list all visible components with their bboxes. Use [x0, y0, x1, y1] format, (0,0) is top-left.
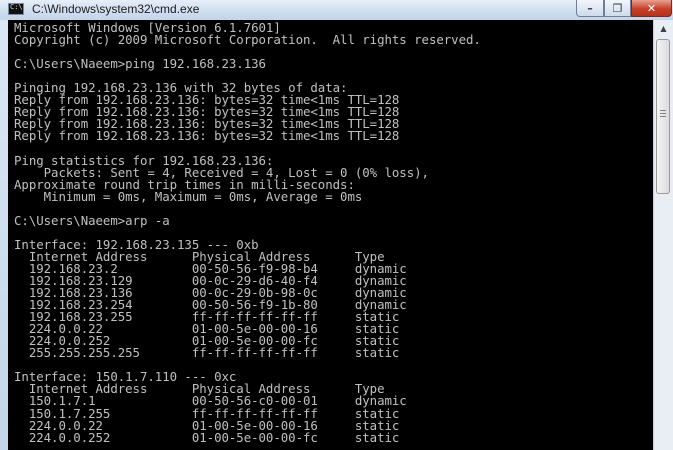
console-line: C:\Users\Naeem>ping 192.168.23.136 — [14, 56, 266, 72]
scroll-thumb[interactable] — [656, 39, 670, 194]
cmd-window: C:\Windows\system32\cmd.exe – ❐ ✕ Micros… — [0, 0, 673, 450]
maximize-button[interactable]: ❐ — [604, 0, 631, 17]
close-icon: ✕ — [646, 1, 657, 15]
minimize-button[interactable]: – — [576, 0, 604, 17]
minimize-icon: – — [587, 1, 593, 15]
console-line: Copyright (c) 2009 Microsoft Corporation… — [14, 32, 481, 48]
cmd-icon[interactable] — [8, 3, 24, 15]
console-line: Minimum = 0ms, Maximum = 0ms, Average = … — [14, 188, 363, 204]
scroll-up-arrow-icon[interactable]: ▲ — [655, 20, 672, 37]
vertical-scrollbar[interactable]: ▲ — [653, 20, 673, 450]
maximize-icon: ❐ — [612, 1, 623, 15]
close-button[interactable]: ✕ — [631, 0, 672, 17]
console-line: 255.255.255.255 ff-ff-ff-ff-ff-ff static — [14, 345, 400, 361]
title-bar[interactable]: C:\Windows\system32\cmd.exe – ❐ ✕ — [0, 0, 673, 20]
console-line: C:\Users\Naeem>arp -a — [14, 212, 170, 228]
scroll-grip-icon — [660, 110, 666, 117]
console-output-area[interactable]: Microsoft Windows [Version 6.1.7601] Cop… — [8, 20, 653, 450]
console-text: Microsoft Windows [Version 6.1.7601] Cop… — [8, 20, 653, 444]
console-line: 224.0.0.252 01-00-5e-00-00-fc static — [14, 429, 400, 445]
console-line: Reply from 192.168.23.136: bytes=32 time… — [14, 128, 400, 144]
window-title: C:\Windows\system32\cmd.exe — [32, 2, 200, 16]
